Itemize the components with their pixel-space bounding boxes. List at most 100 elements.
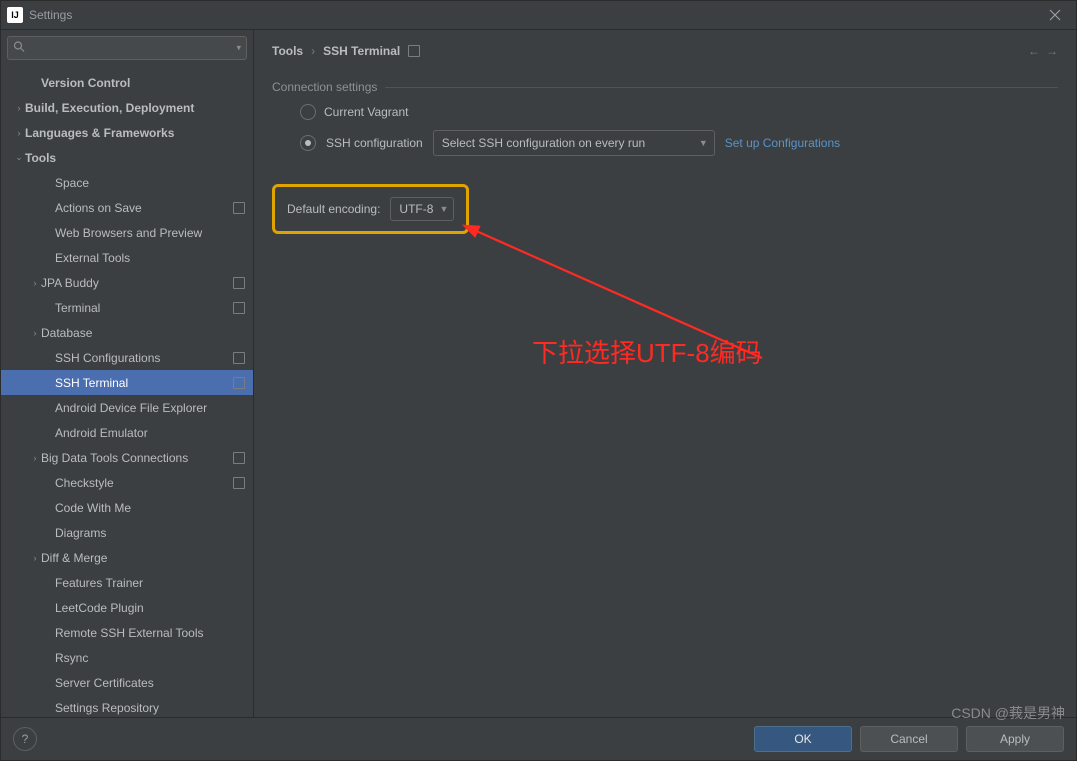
- tree-item-actions-on-save[interactable]: Actions on Save: [1, 195, 253, 220]
- settings-tree[interactable]: Version Control›Build, Execution, Deploy…: [1, 66, 253, 717]
- tree-item-checkstyle[interactable]: Checkstyle: [1, 470, 253, 495]
- ssh-configuration-value: Select SSH configuration on every run: [442, 136, 645, 150]
- annotation-text: 下拉选择UTF-8编码: [532, 333, 762, 370]
- tree-arrow-icon: ›: [29, 278, 41, 288]
- breadcrumb: Tools › SSH Terminal: [272, 44, 420, 58]
- radio-ssh-configuration-label: SSH configuration: [326, 136, 423, 150]
- tree-arrow-icon: ›: [13, 103, 25, 113]
- nav-forward-icon[interactable]: →: [1046, 44, 1058, 58]
- tree-item-remote-ssh-external-tools[interactable]: Remote SSH External Tools: [1, 620, 253, 645]
- tree-item-ssh-configurations[interactable]: SSH Configurations: [1, 345, 253, 370]
- tree-item-label: Checkstyle: [55, 476, 229, 490]
- chevron-down-icon: ▼: [439, 204, 448, 214]
- scope-badge-icon: [233, 202, 245, 214]
- tree-item-label: Remote SSH External Tools: [55, 626, 245, 640]
- tree-item-rsync[interactable]: Rsync: [1, 645, 253, 670]
- search-history-icon[interactable]: ▾: [236, 43, 241, 54]
- tree-arrow-icon: ›: [29, 328, 41, 338]
- tree-item-big-data-tools-connections[interactable]: ›Big Data Tools Connections: [1, 445, 253, 470]
- ssh-configuration-select[interactable]: Select SSH configuration on every run ▼: [433, 130, 715, 156]
- tree-arrow-icon: ›: [29, 553, 41, 563]
- tree-item-space[interactable]: Space: [1, 170, 253, 195]
- settings-window: IJ Settings ▾ Version Control›Build, Exe…: [0, 0, 1077, 761]
- sidebar: ▾ Version Control›Build, Execution, Depl…: [1, 30, 254, 717]
- tree-item-label: LeetCode Plugin: [55, 601, 245, 615]
- tree-item-features-trainer[interactable]: Features Trainer: [1, 570, 253, 595]
- search-input[interactable]: [7, 36, 247, 60]
- tree-item-label: Server Certificates: [55, 676, 245, 690]
- tree-item-label: Languages & Frameworks: [25, 126, 245, 140]
- tree-arrow-icon: ›: [13, 128, 25, 138]
- scope-badge-icon: [408, 45, 420, 57]
- tree-item-code-with-me[interactable]: Code With Me: [1, 495, 253, 520]
- cancel-button[interactable]: Cancel: [860, 726, 958, 752]
- tree-item-label: Web Browsers and Preview: [55, 226, 245, 240]
- close-icon[interactable]: [1040, 1, 1070, 29]
- nav-back-icon[interactable]: ←: [1028, 44, 1040, 58]
- tree-item-label: Code With Me: [55, 501, 245, 515]
- tree-item-label: SSH Configurations: [55, 351, 229, 365]
- footer: ? OK Cancel Apply: [1, 717, 1076, 760]
- radio-current-vagrant-label: Current Vagrant: [324, 105, 409, 119]
- tree-item-settings-repository[interactable]: Settings Repository: [1, 695, 253, 717]
- apply-button[interactable]: Apply: [966, 726, 1064, 752]
- tree-item-android-emulator[interactable]: Android Emulator: [1, 420, 253, 445]
- setup-configurations-link[interactable]: Set up Configurations: [725, 136, 840, 150]
- default-encoding-value: UTF-8: [399, 202, 433, 216]
- chevron-down-icon: ▼: [699, 138, 708, 148]
- scope-badge-icon: [233, 477, 245, 489]
- tree-item-label: Tools: [25, 151, 245, 165]
- tree-item-label: Diff & Merge: [41, 551, 245, 565]
- tree-item-label: Settings Repository: [55, 701, 245, 715]
- tree-item-label: Space: [55, 176, 245, 190]
- tree-item-label: Database: [41, 326, 245, 340]
- tree-item-label: Big Data Tools Connections: [41, 451, 229, 465]
- tree-item-label: Features Trainer: [55, 576, 245, 590]
- breadcrumb-sep-icon: ›: [311, 44, 315, 58]
- radio-ssh-configuration[interactable]: [300, 135, 316, 151]
- scope-badge-icon: [233, 377, 245, 389]
- tree-item-languages-frameworks[interactable]: ›Languages & Frameworks: [1, 120, 253, 145]
- scope-badge-icon: [233, 277, 245, 289]
- scope-badge-icon: [233, 302, 245, 314]
- tree-item-label: External Tools: [55, 251, 245, 265]
- ok-button[interactable]: OK: [754, 726, 852, 752]
- tree-item-label: Rsync: [55, 651, 245, 665]
- tree-item-jpa-buddy[interactable]: ›JPA Buddy: [1, 270, 253, 295]
- tree-item-external-tools[interactable]: External Tools: [1, 245, 253, 270]
- tree-item-tools[interactable]: ⌄Tools: [1, 145, 253, 170]
- tree-item-web-browsers-and-preview[interactable]: Web Browsers and Preview: [1, 220, 253, 245]
- tree-item-ssh-terminal[interactable]: SSH Terminal: [1, 370, 253, 395]
- tree-item-android-device-file-explorer[interactable]: Android Device File Explorer: [1, 395, 253, 420]
- radio-current-vagrant[interactable]: [300, 104, 316, 120]
- default-encoding-label: Default encoding:: [287, 202, 380, 216]
- tree-item-label: Android Emulator: [55, 426, 245, 440]
- search-icon: [13, 41, 25, 56]
- window-title: Settings: [29, 8, 72, 22]
- tree-item-label: Terminal: [55, 301, 229, 315]
- tree-item-label: Actions on Save: [55, 201, 229, 215]
- tree-item-database[interactable]: ›Database: [1, 320, 253, 345]
- breadcrumb-root: Tools: [272, 44, 303, 58]
- titlebar: IJ Settings: [1, 1, 1076, 30]
- tree-item-label: Version Control: [41, 76, 245, 90]
- tree-item-version-control[interactable]: Version Control: [1, 70, 253, 95]
- tree-item-label: Android Device File Explorer: [55, 401, 245, 415]
- tree-item-label: SSH Terminal: [55, 376, 229, 390]
- tree-arrow-icon: ›: [29, 453, 41, 463]
- breadcrumb-leaf: SSH Terminal: [323, 44, 400, 58]
- default-encoding-select[interactable]: UTF-8 ▼: [390, 197, 454, 221]
- tree-item-build-execution-deployment[interactable]: ›Build, Execution, Deployment: [1, 95, 253, 120]
- app-icon: IJ: [7, 7, 23, 23]
- tree-item-label: Build, Execution, Deployment: [25, 101, 245, 115]
- tree-item-diff-merge[interactable]: ›Diff & Merge: [1, 545, 253, 570]
- tree-item-diagrams[interactable]: Diagrams: [1, 520, 253, 545]
- help-button[interactable]: ?: [13, 727, 37, 751]
- section-title: Connection settings: [272, 80, 1058, 94]
- tree-item-leetcode-plugin[interactable]: LeetCode Plugin: [1, 595, 253, 620]
- tree-arrow-icon: ⌄: [13, 152, 25, 163]
- tree-item-label: Diagrams: [55, 526, 245, 540]
- watermark: CSDN @莪是男神: [951, 703, 1065, 723]
- tree-item-server-certificates[interactable]: Server Certificates: [1, 670, 253, 695]
- tree-item-terminal[interactable]: Terminal: [1, 295, 253, 320]
